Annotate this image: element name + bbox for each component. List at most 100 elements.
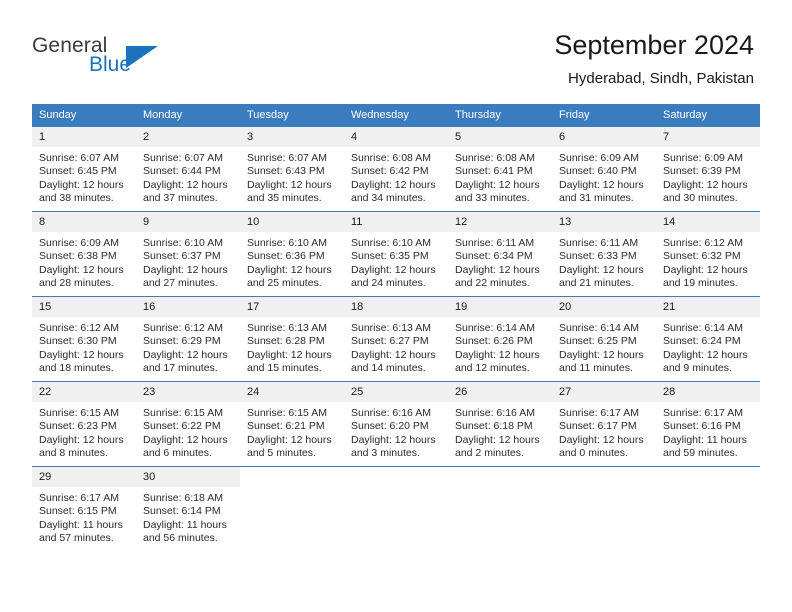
day-details: Sunrise: 6:12 AM Sunset: 6:30 PM Daylight:… (32, 317, 136, 376)
sunrise-text: Sunrise: 6:12 AM (143, 322, 223, 334)
calendar-day-cell[interactable]: 29 Sunrise: 6:17 AM Sunset: 6:15 PM Dayligh… (32, 466, 136, 551)
calendar-week-row: 8 Sunrise: 6:09 AM Sunset: 6:38 PM Daylight… (32, 211, 760, 297)
brand-name-blue: Blue (89, 53, 132, 76)
sunset-text: Sunset: 6:33 PM (559, 250, 637, 263)
calendar-day-cell[interactable]: 21 Sunrise: 6:14 AM Sunset: 6:24 PM Dayligh… (656, 296, 760, 382)
calendar-day-cell[interactable]: 22 Sunrise: 6:15 AM Sunset: 6:23 PM Dayligh… (32, 381, 136, 467)
daylight-text-line1: Daylight: 12 hours (455, 263, 540, 276)
sunrise-text: Sunrise: 6:10 AM (247, 237, 327, 249)
daylight-text-line1: Daylight: 12 hours (247, 263, 332, 276)
sunrise-text: Sunrise: 6:11 AM (559, 237, 639, 249)
day-details: Sunrise: 6:10 AM Sunset: 6:36 PM Daylight:… (240, 232, 344, 291)
day-cell-inner: 21 Sunrise: 6:14 AM Sunset: 6:24 PM Dayligh… (656, 297, 760, 381)
daylight-text-line2: and 33 minutes. (455, 192, 530, 205)
calendar-day-cell[interactable]: 19 Sunrise: 6:14 AM Sunset: 6:26 PM Dayligh… (448, 296, 552, 382)
day-number: 29 (32, 467, 136, 487)
weekday-header-saturday: Saturday (656, 104, 760, 127)
calendar-day-cell (552, 466, 656, 551)
calendar-day-cell[interactable]: 20 Sunrise: 6:14 AM Sunset: 6:25 PM Dayligh… (552, 296, 656, 382)
daylight-text-line2: and 2 minutes. (455, 447, 524, 460)
calendar-day-cell[interactable]: 11 Sunrise: 6:10 AM Sunset: 6:35 PM Dayligh… (344, 211, 448, 297)
calendar-day-cell[interactable]: 23 Sunrise: 6:15 AM Sunset: 6:22 PM Dayligh… (136, 381, 240, 467)
day-details: Sunrise: 6:14 AM Sunset: 6:26 PM Daylight:… (448, 317, 552, 376)
calendar-day-cell[interactable]: 10 Sunrise: 6:10 AM Sunset: 6:36 PM Dayligh… (240, 211, 344, 297)
day-number: 20 (552, 297, 656, 317)
daylight-text-line1: Daylight: 12 hours (663, 263, 748, 276)
day-details: Sunrise: 6:09 AM Sunset: 6:38 PM Daylight:… (32, 232, 136, 291)
daylight-text-line2: and 34 minutes. (351, 192, 426, 205)
sunset-text: Sunset: 6:28 PM (247, 335, 325, 348)
calendar-day-cell[interactable]: 18 Sunrise: 6:13 AM Sunset: 6:27 PM Dayligh… (344, 296, 448, 382)
day-details: Sunrise: 6:09 AM Sunset: 6:39 PM Daylight:… (656, 147, 760, 206)
calendar-day-cell[interactable]: 5 Sunrise: 6:08 AM Sunset: 6:41 PM Daylight… (448, 126, 552, 212)
calendar-day-cell[interactable]: 1 Sunrise: 6:07 AM Sunset: 6:45 PM Daylight… (32, 126, 136, 212)
day-cell-inner: 17 Sunrise: 6:13 AM Sunset: 6:28 PM Dayligh… (240, 297, 344, 381)
weekday-header-friday: Friday (552, 104, 656, 127)
day-details: Sunrise: 6:08 AM Sunset: 6:42 PM Daylight:… (344, 147, 448, 206)
calendar-day-cell[interactable]: 8 Sunrise: 6:09 AM Sunset: 6:38 PM Daylight… (32, 211, 136, 297)
day-details: Sunrise: 6:17 AM Sunset: 6:17 PM Daylight:… (552, 402, 656, 461)
calendar-day-cell[interactable]: 28 Sunrise: 6:17 AM Sunset: 6:16 PM Dayligh… (656, 381, 760, 467)
title-block: September 2024 Hyderabad, Sindh, Pakista… (554, 28, 754, 90)
sunrise-text: Sunrise: 6:10 AM (143, 237, 223, 249)
weekday-header-thursday: Thursday (448, 104, 552, 127)
calendar-day-cell[interactable]: 30 Sunrise: 6:18 AM Sunset: 6:14 PM Dayligh… (136, 466, 240, 551)
day-cell-inner: 15 Sunrise: 6:12 AM Sunset: 6:30 PM Dayligh… (32, 297, 136, 381)
day-cell-inner: 6 Sunrise: 6:09 AM Sunset: 6:40 PM Daylight… (552, 127, 656, 211)
sunrise-text: Sunrise: 6:15 AM (247, 407, 327, 419)
day-details: Sunrise: 6:12 AM Sunset: 6:32 PM Daylight:… (656, 232, 760, 291)
daylight-text-line2: and 19 minutes. (663, 277, 738, 290)
daylight-text-line2: and 35 minutes. (247, 192, 322, 205)
day-cell-inner (552, 467, 656, 551)
daylight-text-line1: Daylight: 12 hours (663, 178, 748, 191)
calendar-day-cell[interactable]: 6 Sunrise: 6:09 AM Sunset: 6:40 PM Daylight… (552, 126, 656, 212)
day-number (240, 467, 344, 487)
calendar-day-cell[interactable]: 7 Sunrise: 6:09 AM Sunset: 6:39 PM Daylight… (656, 126, 760, 212)
daylight-text-line1: Daylight: 12 hours (663, 348, 748, 361)
calendar-week-row: 15 Sunrise: 6:12 AM Sunset: 6:30 PM Dayligh… (32, 296, 760, 382)
calendar-day-cell[interactable]: 27 Sunrise: 6:17 AM Sunset: 6:17 PM Dayligh… (552, 381, 656, 467)
sunrise-text: Sunrise: 6:09 AM (559, 152, 639, 164)
calendar-day-cell[interactable]: 14 Sunrise: 6:12 AM Sunset: 6:32 PM Dayligh… (656, 211, 760, 297)
daylight-text-line1: Daylight: 12 hours (247, 178, 332, 191)
day-details: Sunrise: 6:07 AM Sunset: 6:44 PM Daylight:… (136, 147, 240, 206)
sunset-text: Sunset: 6:15 PM (39, 505, 117, 518)
calendar-day-cell[interactable]: 25 Sunrise: 6:16 AM Sunset: 6:20 PM Dayligh… (344, 381, 448, 467)
calendar-day-cell[interactable]: 15 Sunrise: 6:12 AM Sunset: 6:30 PM Dayligh… (32, 296, 136, 382)
day-details: Sunrise: 6:18 AM Sunset: 6:14 PM Daylight:… (136, 487, 240, 546)
page-title: September 2024 (554, 30, 754, 60)
daylight-text-line2: and 0 minutes. (559, 447, 628, 460)
calendar-day-cell[interactable]: 24 Sunrise: 6:15 AM Sunset: 6:21 PM Dayligh… (240, 381, 344, 467)
daylight-text-line1: Daylight: 12 hours (455, 178, 540, 191)
day-number (344, 467, 448, 487)
calendar-day-cell[interactable]: 4 Sunrise: 6:08 AM Sunset: 6:42 PM Daylight… (344, 126, 448, 212)
calendar-day-cell (344, 466, 448, 551)
day-number: 5 (448, 127, 552, 147)
calendar-day-cell[interactable]: 2 Sunrise: 6:07 AM Sunset: 6:44 PM Daylight… (136, 126, 240, 212)
weekday-header-tuesday: Tuesday (240, 104, 344, 127)
sunset-text: Sunset: 6:30 PM (39, 335, 117, 348)
sunrise-text: Sunrise: 6:13 AM (247, 322, 327, 334)
day-cell-inner: 1 Sunrise: 6:07 AM Sunset: 6:45 PM Daylight… (32, 127, 136, 211)
day-number: 22 (32, 382, 136, 402)
calendar-day-cell[interactable]: 3 Sunrise: 6:07 AM Sunset: 6:43 PM Daylight… (240, 126, 344, 212)
sunset-text: Sunset: 6:20 PM (351, 420, 429, 433)
calendar-day-cell[interactable]: 12 Sunrise: 6:11 AM Sunset: 6:34 PM Dayligh… (448, 211, 552, 297)
calendar-day-cell (240, 466, 344, 551)
daylight-text-line2: and 3 minutes. (351, 447, 420, 460)
daylight-text-line1: Daylight: 12 hours (351, 433, 436, 446)
day-number: 2 (136, 127, 240, 147)
daylight-text-line1: Daylight: 12 hours (351, 263, 436, 276)
daylight-text-line2: and 38 minutes. (39, 192, 114, 205)
sunset-text: Sunset: 6:35 PM (351, 250, 429, 263)
calendar-day-cell[interactable]: 26 Sunrise: 6:16 AM Sunset: 6:18 PM Dayligh… (448, 381, 552, 467)
calendar-day-cell[interactable]: 16 Sunrise: 6:12 AM Sunset: 6:29 PM Dayligh… (136, 296, 240, 382)
calendar-day-cell[interactable]: 17 Sunrise: 6:13 AM Sunset: 6:28 PM Dayligh… (240, 296, 344, 382)
sunset-text: Sunset: 6:22 PM (143, 420, 221, 433)
sunset-text: Sunset: 6:25 PM (559, 335, 637, 348)
calendar-day-cell[interactable]: 13 Sunrise: 6:11 AM Sunset: 6:33 PM Dayligh… (552, 211, 656, 297)
calendar-day-cell[interactable]: 9 Sunrise: 6:10 AM Sunset: 6:37 PM Daylight… (136, 211, 240, 297)
sunrise-text: Sunrise: 6:18 AM (143, 492, 223, 504)
daylight-text-line1: Daylight: 12 hours (143, 348, 228, 361)
sunset-text: Sunset: 6:41 PM (455, 165, 533, 178)
